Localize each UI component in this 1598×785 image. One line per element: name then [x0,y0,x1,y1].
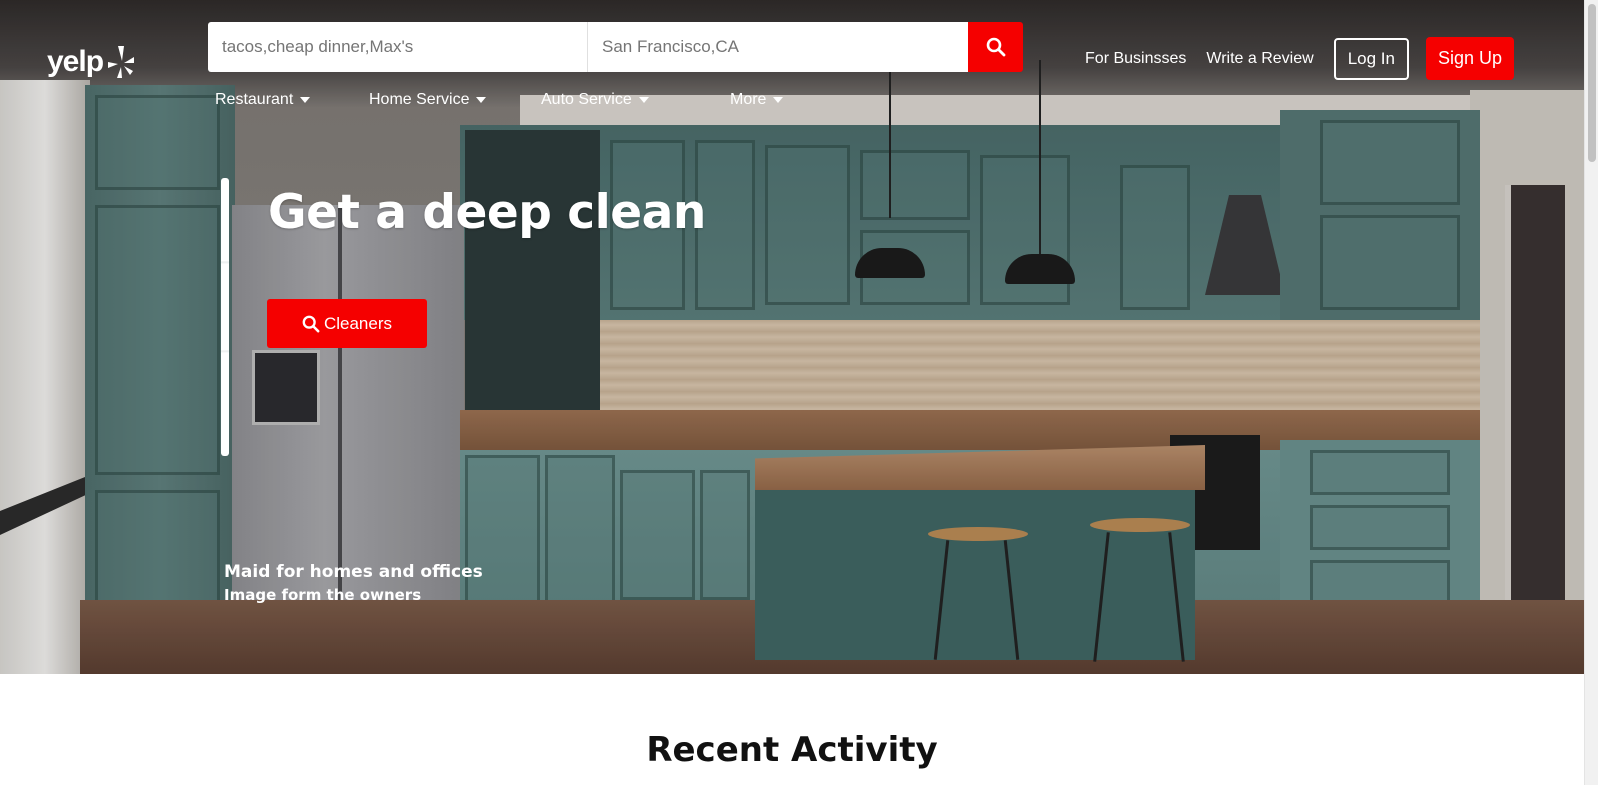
logo-text: yelp [47,45,104,78]
hero-banner: yelp For Businsses Write a Review Log In… [0,0,1584,674]
category-more[interactable]: More [730,91,784,109]
category-restaurant[interactable]: Restaurant [215,91,369,109]
caret-down-icon [638,97,649,103]
cleaners-label: Cleaners [323,313,393,333]
search-icon [302,315,320,332]
carousel-indicator[interactable] [221,178,229,456]
scrollbar-thumb[interactable] [1588,4,1596,162]
recent-activity-title: Recent Activity [646,730,938,770]
category-auto-service[interactable]: Auto Service [541,91,730,109]
category-label: Home Service [369,91,470,108]
caret-down-icon [300,97,311,103]
write-review-link[interactable]: Write a Review [1206,50,1313,68]
search-button[interactable] [968,22,1023,72]
for-business-link[interactable]: For Businsses [1085,50,1186,68]
category-home-service[interactable]: Home Service [369,91,541,109]
caret-down-icon [773,97,784,103]
hero-caption: Maid for homes and offices Image form th… [224,562,483,604]
caption-subtitle: Image form the owners [224,586,422,604]
location-input[interactable] [588,22,968,72]
category-label: More [730,91,767,108]
caret-down-icon [476,97,487,103]
signup-button[interactable]: Sign Up [1425,37,1514,80]
category-label: Auto Service [541,91,632,108]
hero-title: Get a deep clean [268,185,706,240]
cleaners-button[interactable]: Cleaners [267,299,427,348]
scrollbar[interactable] [1584,0,1598,785]
caption-title: Maid for homes and offices [224,562,483,582]
login-button[interactable]: Log In [1333,37,1409,80]
search-input[interactable] [208,22,588,72]
category-label: Restaurant [215,91,294,108]
header-actions: For Businsses Write a Review Log In Sign… [1085,37,1514,80]
search-bar [208,22,1023,72]
yelp-logo[interactable]: yelp [47,44,135,80]
search-icon [986,37,1005,57]
category-nav: Restaurant Home Service Auto Service Mor… [215,91,784,109]
yelp-burst-icon [108,46,135,78]
